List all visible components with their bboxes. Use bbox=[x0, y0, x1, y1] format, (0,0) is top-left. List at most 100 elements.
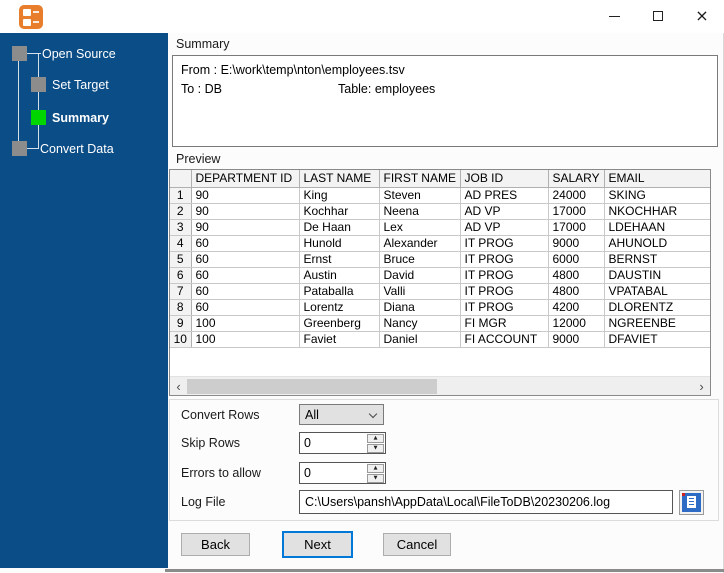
cell: IT PROG bbox=[460, 235, 549, 252]
step-open-source[interactable]: Open Source bbox=[12, 46, 116, 61]
cell: AHUNOLD bbox=[604, 235, 710, 252]
cell: Pataballa bbox=[299, 283, 380, 300]
window-controls: × bbox=[592, 0, 724, 33]
minimize-button[interactable] bbox=[592, 0, 636, 32]
cell: 17000 bbox=[548, 203, 605, 220]
cell: AD VP bbox=[460, 203, 549, 220]
cell: Austin bbox=[299, 267, 380, 284]
close-button[interactable]: × bbox=[680, 0, 724, 32]
spin-down-icon[interactable]: ▼ bbox=[367, 443, 384, 453]
table-row[interactable]: 4 60 Hunold Alexander IT PROG 9000 AHUNOLD bbox=[170, 235, 710, 252]
back-button[interactable]: Back bbox=[181, 533, 250, 556]
summary-to-line: To : DB bbox=[181, 82, 222, 96]
cell: IT PROG bbox=[460, 299, 549, 316]
view-log-button[interactable] bbox=[679, 490, 704, 515]
cancel-button[interactable]: Cancel bbox=[383, 533, 451, 556]
log-document-icon bbox=[682, 493, 701, 512]
table-row[interactable]: 6 60 Austin David IT PROG 4800 DAUSTIN bbox=[170, 267, 710, 284]
errors-to-allow-input[interactable] bbox=[300, 463, 366, 483]
red-dot bbox=[682, 493, 685, 496]
table-row[interactable]: 10 100 Faviet Daniel FI ACCOUNT 9000 DFAVIET bbox=[170, 331, 710, 348]
horizontal-scrollbar[interactable]: ‹ › bbox=[170, 376, 710, 395]
row-number: 4 bbox=[170, 235, 192, 252]
db-glyph bbox=[23, 19, 31, 26]
spin-down-icon[interactable]: ▼ bbox=[367, 473, 384, 483]
convert-rows-select[interactable]: All bbox=[299, 404, 384, 425]
step-set-target[interactable]: Set Target bbox=[31, 77, 109, 92]
cell: 12000 bbox=[548, 315, 605, 332]
db-glyph-line bbox=[33, 21, 39, 23]
table-row[interactable]: 8 60 Lorentz Diana IT PROG 4200 DLORENTZ bbox=[170, 299, 710, 316]
cell: AD VP bbox=[460, 219, 549, 236]
cell: Alexander bbox=[379, 235, 461, 252]
cell: 6000 bbox=[548, 251, 605, 268]
scroll-right-arrow[interactable]: › bbox=[693, 377, 710, 395]
summary-table-line: Table: employees bbox=[338, 82, 436, 96]
table-row[interactable]: 5 60 Ernst Bruce IT PROG 6000 BERNST bbox=[170, 251, 710, 268]
cell: IT PROG bbox=[460, 251, 549, 268]
file-glyph-line bbox=[33, 11, 39, 13]
column-header[interactable]: JOB ID bbox=[460, 170, 549, 188]
skip-rows-spin-buttons: ▲ ▼ bbox=[367, 433, 384, 453]
column-header[interactable]: EMAIL bbox=[604, 170, 710, 188]
row-number: 2 bbox=[170, 203, 192, 220]
log-file-label: Log File bbox=[181, 495, 226, 509]
column-header[interactable]: FIRST NAME bbox=[379, 170, 461, 188]
spin-up-icon[interactable]: ▲ bbox=[367, 463, 384, 473]
step-label: Convert Data bbox=[40, 141, 114, 156]
column-header[interactable]: DEPARTMENT ID bbox=[191, 170, 300, 188]
summary-text-box: From : E:\work\temp\nton\employees.tsv T… bbox=[172, 55, 718, 147]
cell: Lex bbox=[379, 219, 461, 236]
row-number: 5 bbox=[170, 251, 192, 268]
next-button[interactable]: Next bbox=[282, 531, 353, 558]
scrollbar-thumb[interactable] bbox=[187, 379, 437, 394]
cell: DAUSTIN bbox=[604, 267, 710, 284]
cell: 9000 bbox=[548, 235, 605, 252]
table-row[interactable]: 7 60 Pataballa Valli IT PROG 4800 VPATABAL bbox=[170, 283, 710, 300]
column-header[interactable]: SALARY bbox=[548, 170, 605, 188]
table-row[interactable]: 3 90 De Haan Lex AD VP 17000 LDEHAAN bbox=[170, 219, 710, 236]
chevron-down-icon bbox=[368, 409, 378, 419]
spin-up-icon[interactable]: ▲ bbox=[367, 433, 384, 443]
cell: 60 bbox=[191, 235, 300, 252]
main-panel: Summary From : E:\work\temp\nton\employe… bbox=[168, 33, 724, 568]
column-header[interactable]: LAST NAME bbox=[299, 170, 380, 188]
skip-rows-input[interactable] bbox=[300, 433, 366, 453]
preview-section-label: Preview bbox=[176, 152, 221, 166]
app-icon bbox=[19, 5, 43, 29]
cell: Neena bbox=[379, 203, 461, 220]
table-row[interactable]: 2 90 Kochhar Neena AD VP 17000 NKOCHHAR bbox=[170, 203, 710, 220]
cell: Ernst bbox=[299, 251, 380, 268]
cell: 4200 bbox=[548, 299, 605, 316]
cell: 100 bbox=[191, 315, 300, 332]
summary-section-label: Summary bbox=[176, 37, 230, 51]
log-file-input[interactable] bbox=[299, 490, 673, 514]
row-number: 1 bbox=[170, 187, 192, 204]
table-row[interactable]: 1 90 King Steven AD PRES 24000 SKING bbox=[170, 187, 710, 204]
cell: 100 bbox=[191, 331, 300, 348]
cell: NKOCHHAR bbox=[604, 203, 710, 220]
tree-connector bbox=[38, 53, 39, 148]
cell: 24000 bbox=[548, 187, 605, 204]
errors-to-allow-spinner: ▲ ▼ bbox=[299, 462, 386, 484]
scroll-left-arrow[interactable]: ‹ bbox=[170, 377, 187, 395]
preview-table: DEPARTMENT ID LAST NAME FIRST NAME JOB ID SA… bbox=[170, 170, 710, 348]
step-label: Summary bbox=[52, 110, 109, 125]
cell: NGREENBE bbox=[604, 315, 710, 332]
table-row[interactable]: 9 100 Greenberg Nancy FI MGR 12000 NGREENBE bbox=[170, 315, 710, 332]
cell: IT PROG bbox=[460, 283, 549, 300]
cell: FI MGR bbox=[460, 315, 549, 332]
step-convert-data[interactable]: Convert Data bbox=[12, 141, 114, 156]
maximize-button[interactable] bbox=[636, 0, 680, 32]
maximize-icon bbox=[653, 11, 663, 21]
file-glyph bbox=[23, 9, 31, 16]
skip-rows-spinner: ▲ ▼ bbox=[299, 432, 386, 454]
cell: Greenberg bbox=[299, 315, 380, 332]
row-number-header[interactable] bbox=[170, 170, 192, 188]
cell: IT PROG bbox=[460, 267, 549, 284]
step-summary[interactable]: Summary bbox=[31, 110, 109, 125]
step-label: Set Target bbox=[52, 77, 109, 92]
cell: Diana bbox=[379, 299, 461, 316]
title-bar: × bbox=[0, 0, 724, 33]
cell: DFAVIET bbox=[604, 331, 710, 348]
